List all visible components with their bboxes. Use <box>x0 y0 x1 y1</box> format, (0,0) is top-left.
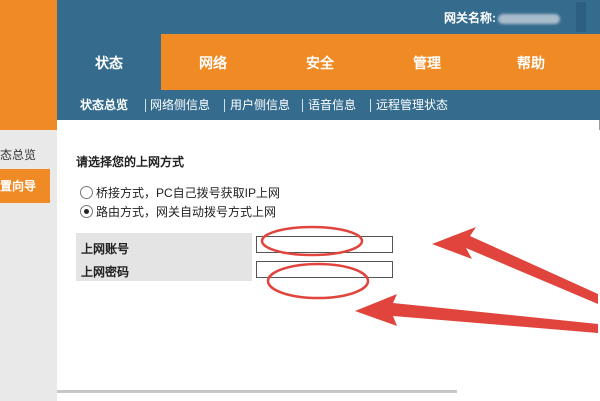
highlight-circle-account <box>260 225 364 257</box>
watermark-text: 路由器 <box>514 340 574 362</box>
watermark-url: luyouqi.com <box>518 360 572 371</box>
annotation-overlay <box>260 225 598 333</box>
red-arrow-upper <box>432 227 598 304</box>
router-logo-icon <box>478 336 508 366</box>
highlight-circle-password <box>266 262 370 300</box>
red-arrow-lower <box>355 294 598 333</box>
